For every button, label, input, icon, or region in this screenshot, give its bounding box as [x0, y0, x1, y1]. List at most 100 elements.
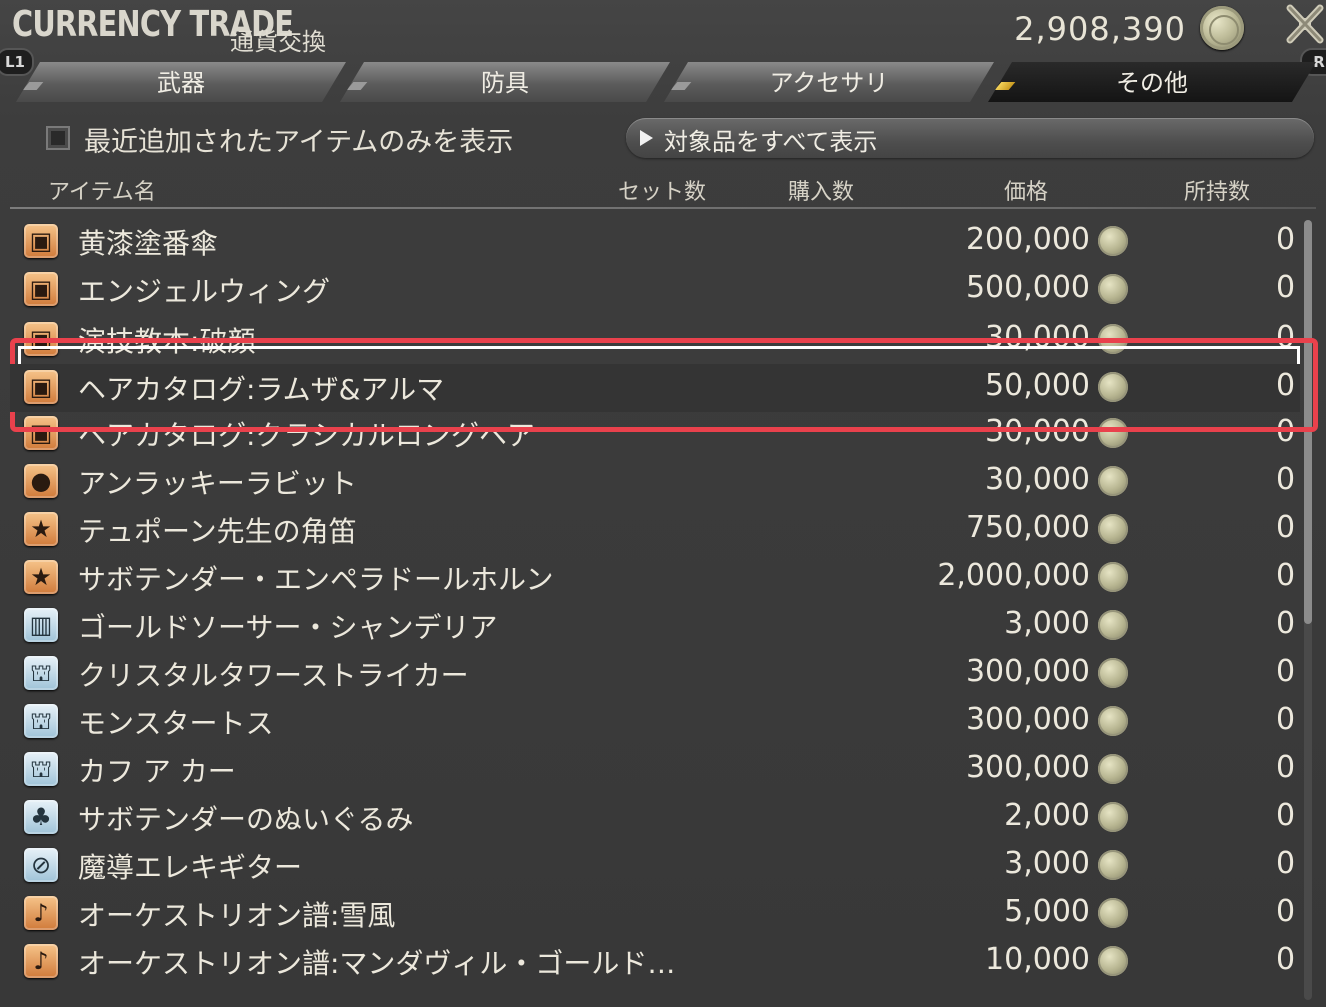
coin-icon	[1098, 324, 1128, 354]
item-price: 750,000	[965, 510, 1090, 545]
item-owned-count: 0	[1276, 222, 1296, 257]
item-name: モンスタートス	[78, 707, 274, 740]
coin-icon	[1098, 850, 1128, 880]
list-item[interactable]: ● アンラッキーラビット 30,000 0	[10, 458, 1300, 506]
figure-icon: ⛫	[24, 704, 58, 738]
coin-icon	[1098, 226, 1128, 256]
coin-icon	[1098, 274, 1128, 304]
coin-icon	[1098, 562, 1128, 592]
tab-label: その他	[1116, 69, 1188, 97]
item-owned-count: 0	[1276, 270, 1296, 305]
coin-icon	[1098, 514, 1128, 544]
figure-icon: ⛫	[24, 752, 58, 786]
tab-weapons[interactable]: 武器	[16, 62, 346, 102]
list-item[interactable]: ⛫ クリスタルタワーストライカー 300,000 0	[10, 650, 1300, 698]
item-price: 300,000	[965, 750, 1090, 785]
tab-marker-icon	[671, 82, 692, 90]
item-owned-count: 0	[1276, 510, 1296, 545]
window-subtitle: 通貨交換	[230, 28, 326, 56]
item-name: 魔導エレキギター	[78, 851, 303, 884]
list-item[interactable]: ♪ オーケストリオン譜:マンダヴィル・ゴールド… 10,000 0	[10, 938, 1300, 986]
item-price: 2,000,000	[937, 558, 1090, 593]
show-all-label: 対象品をすべて表示	[664, 128, 878, 156]
item-name: カフ ア カー	[78, 755, 236, 788]
item-owned-count: 0	[1276, 320, 1296, 355]
item-name: クリスタルタワーストライカー	[78, 659, 469, 692]
item-price: 300,000	[965, 702, 1090, 737]
tab-accessories[interactable]: アクセサリ	[664, 62, 994, 102]
chest-icon: ▣	[24, 416, 58, 450]
item-price: 3,000	[1004, 846, 1090, 881]
chest-icon: ▣	[24, 322, 58, 356]
tab-label: 武器	[157, 69, 205, 97]
coin-icon	[1098, 372, 1128, 402]
list-item[interactable]: ★ サボテンダー・エンペラドールホルン 2,000,000 0	[10, 554, 1300, 602]
column-set-count[interactable]: セット数	[618, 174, 706, 206]
coin-icon	[1200, 6, 1244, 50]
item-owned-count: 0	[1276, 894, 1296, 929]
item-name: エンジェルウィング	[78, 275, 331, 308]
list-item[interactable]: ⛫ モンスタートス 300,000 0	[10, 698, 1300, 746]
list-item[interactable]: ★ テュポーン先生の角笛 750,000 0	[10, 506, 1300, 554]
coin-icon	[1098, 706, 1128, 736]
show-all-button[interactable]: 対象品をすべて表示	[626, 118, 1314, 158]
item-name: オーケストリオン譜:雪風	[78, 899, 396, 932]
furnishing-icon: ▥	[24, 608, 58, 642]
list-item[interactable]: ⛫ カフ ア カー 300,000 0	[10, 746, 1300, 794]
item-price: 300,000	[965, 654, 1090, 689]
header-divider	[10, 207, 1316, 209]
tab-marker-icon	[23, 82, 44, 90]
tab-label: 防具	[481, 69, 529, 97]
column-owned[interactable]: 所持数	[1184, 174, 1250, 206]
item-price: 50,000	[985, 368, 1090, 403]
item-owned-count: 0	[1276, 654, 1296, 689]
tab-armor[interactable]: 防具	[340, 62, 670, 102]
item-owned-count: 0	[1276, 942, 1296, 977]
item-name: ヘアカタログ:ラムザ&アルマ	[78, 373, 445, 406]
guitar-icon: ⊘	[24, 848, 58, 882]
category-tabs: 武器 防具 アクセサリ その他	[16, 62, 1316, 104]
coin-icon	[1098, 466, 1128, 496]
item-price: 10,000	[985, 942, 1090, 977]
figure-icon: ⛫	[24, 656, 58, 690]
recent-only-label: 最近追加されたアイテムのみを表示	[84, 127, 514, 158]
list-item[interactable]: ⊘ 魔導エレキギター 3,000 0	[10, 842, 1300, 890]
chest-icon: ▣	[24, 272, 58, 306]
item-price: 30,000	[985, 320, 1090, 355]
chest-icon: ▣	[24, 370, 58, 404]
item-price: 30,000	[985, 414, 1090, 449]
list-item[interactable]: ▣ エンジェルウィング 500,000 0	[10, 266, 1300, 314]
item-name: ゴールドソーサー・シャンデリア	[78, 611, 498, 644]
item-owned-count: 0	[1276, 368, 1296, 403]
item-name: 黄漆塗番傘	[78, 227, 219, 260]
item-name: 演技教本:破顔	[78, 325, 256, 358]
item-price: 5,000	[1004, 894, 1090, 929]
column-price[interactable]: 価格	[1004, 174, 1048, 206]
tab-marker-icon	[995, 82, 1016, 90]
item-name: サボテンダーのぬいぐるみ	[78, 803, 414, 836]
scrollbar-thumb[interactable]	[1304, 220, 1312, 624]
coin-icon	[1098, 898, 1128, 928]
item-owned-count: 0	[1276, 750, 1296, 785]
list-item[interactable]: ▣ 黄漆塗番傘 200,000 0	[10, 218, 1300, 266]
item-owned-count: 0	[1276, 846, 1296, 881]
column-purchase-count[interactable]: 購入数	[788, 174, 854, 206]
tab-marker-icon	[347, 82, 368, 90]
music-note-icon: ♪	[24, 944, 58, 978]
list-item[interactable]: ▥ ゴールドソーサー・シャンデリア 3,000 0	[10, 602, 1300, 650]
column-item-name[interactable]: アイテム名	[48, 174, 156, 206]
recent-only-checkbox[interactable]	[46, 126, 70, 150]
list-item[interactable]: ▣ ヘアカタログ:ラムザ&アルマ 50,000 0	[10, 364, 1300, 412]
list-item[interactable]: ♣ サボテンダーのぬいぐるみ 2,000 0	[10, 794, 1300, 842]
list-item[interactable]: ♪ オーケストリオン譜:雪風 5,000 0	[10, 890, 1300, 938]
chest-icon: ▣	[24, 224, 58, 258]
item-price: 3,000	[1004, 606, 1090, 641]
list-item[interactable]: ▣ ヘアカタログ:クラシカルロングヘア 30,000 0	[10, 410, 1300, 458]
list-item[interactable]: ▣ 演技教本:破顔 30,000 0	[10, 316, 1300, 364]
item-name: テュポーン先生の角笛	[78, 515, 357, 548]
tab-other[interactable]: その他	[988, 62, 1316, 102]
close-icon[interactable]	[1284, 2, 1326, 46]
item-name: オーケストリオン譜:マンダヴィル・ゴールド…	[78, 947, 676, 980]
item-owned-count: 0	[1276, 702, 1296, 737]
item-price: 500,000	[965, 270, 1090, 305]
